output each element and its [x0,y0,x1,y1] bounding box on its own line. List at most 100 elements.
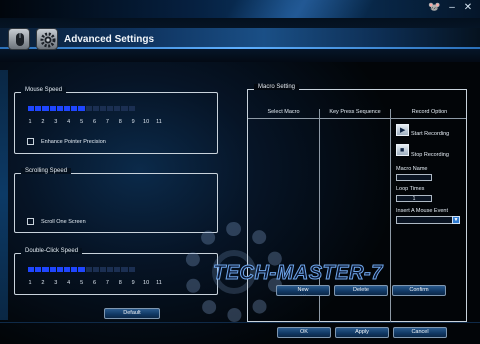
slider-segment[interactable] [28,267,35,272]
close-button[interactable]: ✕ [462,2,474,14]
mouse-speed-group: Mouse Speed 1 2 3 4 5 6 7 8 9 10 11 Enhance Pointe… [14,87,218,154]
slider-tick-label: 7 [105,119,109,125]
macro-name-input[interactable] [396,174,432,181]
column-divider [390,109,391,322]
title-bar-streak [224,0,376,18]
stop-recording-button[interactable]: ■ [396,144,409,156]
confirm-macro-button[interactable]: Confirm [392,285,446,296]
slider-segment[interactable] [35,267,42,272]
gear-icon[interactable] [36,28,58,50]
slider-segment[interactable] [78,106,85,111]
start-recording-label: Start Recording [411,131,450,137]
stop-recording-label: Stop Recording [411,152,449,158]
slider-segment[interactable] [56,267,63,272]
slider-tick-label: 7 [105,280,109,286]
slider-tick-label: 2 [41,119,45,125]
slider-tick-label: 9 [131,280,135,286]
slider-segment[interactable] [99,267,107,272]
slider-segment[interactable] [71,106,78,111]
slider-tick-label: 9 [131,119,135,125]
slider-tick-label: 5 [80,280,84,286]
slider-segment[interactable] [42,106,49,111]
mouse-event-label: Insert A Mouse Event [396,208,448,214]
slider-segment[interactable] [121,267,128,272]
mouse-speed-slider[interactable] [28,106,135,111]
slider-segment[interactable] [128,267,135,272]
slider-segment[interactable] [92,106,99,111]
slider-tick-label: 2 [41,280,45,286]
scrolling-speed-title: Scrolling Speed [21,168,72,174]
cancel-button[interactable]: Cancel [393,327,447,338]
slider-tick-label: 3 [54,280,58,286]
column-select-macro: Select Macro [267,109,300,115]
mouse-icon[interactable] [8,28,30,50]
slider-tick-label: 6 [92,119,97,125]
slider-segment[interactable] [49,267,56,272]
slider-tick-label: 8 [118,280,122,286]
slider-segment[interactable] [49,106,56,111]
default-button[interactable]: Default [104,308,160,319]
slider-tick-label: 1 [28,119,32,125]
page-title: Advanced Settings [64,34,155,45]
title-bar: 🐭 – ✕ [0,0,480,18]
delete-macro-button[interactable]: Delete [334,285,388,296]
slider-tick-label: 3 [54,119,58,125]
slider-tick-label: 5 [80,119,84,125]
macro-setting-title: Macro Setting [254,84,300,90]
mouse-speed-title: Mouse Speed [21,87,67,93]
slider-segment[interactable] [63,267,71,272]
slider-segment[interactable] [128,106,135,111]
loop-times-input[interactable]: 1 [396,195,432,202]
double-click-speed-slider[interactable] [28,267,135,272]
enhance-pointer-precision-label: Enhance Pointer Precision [41,139,106,145]
app-mouse-icon: 🐭 [428,2,441,13]
play-icon: ▶ [400,127,406,134]
slider-segment[interactable] [28,106,35,111]
slider-segment[interactable] [107,106,114,111]
column-record-option: Record Option [411,109,448,115]
slider-segment[interactable] [114,267,121,272]
slider-tick-label: 6 [92,280,97,286]
loop-times-label: Loop Times [396,186,425,192]
column-key-press-sequence: Key Press Sequence [329,109,381,115]
slider-segment[interactable] [121,106,128,111]
bottom-divider [0,322,480,323]
slider-tick-label: 10 [143,280,150,286]
ok-button[interactable]: OK [277,327,331,338]
watermark-text: TECH-MASTER-7 [213,262,383,285]
slider-segment[interactable] [99,106,107,111]
slider-segment[interactable] [85,106,92,111]
slider-segment[interactable] [92,267,99,272]
slider-segment[interactable] [85,267,92,272]
double-click-speed-title: Double-Click Speed [21,248,83,254]
left-accent-bar [0,70,8,320]
slider-segment[interactable] [35,106,42,111]
slider-segment[interactable] [78,267,85,272]
chevron-down-icon[interactable]: ▼ [452,216,460,224]
slider-tick-label: 4 [67,280,71,286]
header-rule [248,118,466,119]
slider-tick-label: 1 [28,280,32,286]
scrolling-speed-group: Scrolling Speed Scroll One Screen [14,168,218,233]
slider-segment[interactable] [56,106,63,111]
slider-segment[interactable] [71,267,78,272]
slider-segment[interactable] [63,106,71,111]
slider-tick-label: 8 [118,119,122,125]
slider-tick-label: 11 [156,119,162,125]
watermark-subtext: ... [300,288,307,297]
scroll-one-screen-checkbox[interactable] [27,218,34,225]
minimize-button[interactable]: – [446,2,458,14]
app-window: 🐭 – ✕ Advanced Settings Mouse Speed 1 2 3 4… [0,0,480,344]
header-divider [0,47,480,49]
slider-segment[interactable] [114,106,121,111]
enhance-pointer-precision-checkbox[interactable] [27,138,34,145]
slider-tick-label: 10 [143,119,150,125]
start-recording-button[interactable]: ▶ [396,124,409,136]
slider-segment[interactable] [107,267,114,272]
slider-tick-label: 11 [156,280,162,286]
scroll-one-screen-label: Scroll One Screen [41,219,86,225]
mouse-event-dropdown[interactable]: ▼ [396,216,460,224]
apply-button[interactable]: Apply [335,327,389,338]
slider-segment[interactable] [42,267,49,272]
stop-icon: ■ [400,147,405,154]
